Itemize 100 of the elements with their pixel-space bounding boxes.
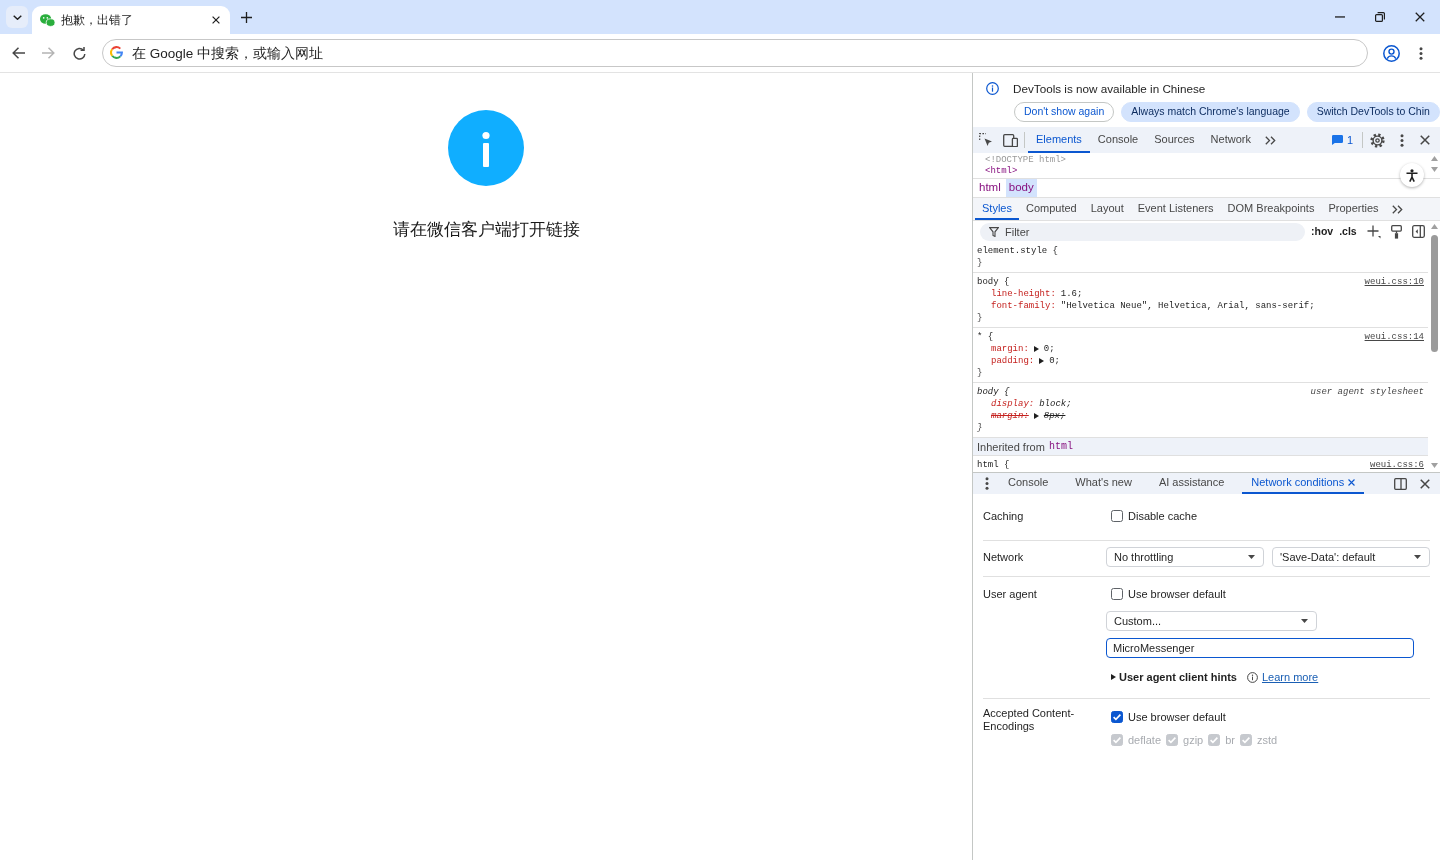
scrollbar-thumb[interactable] [1430,235,1438,352]
element-link[interactable]: html [1048,440,1073,453]
browser-tab[interactable]: 抱歉，出错了 [32,6,230,34]
css-property-name[interactable]: display: [991,398,1035,410]
double-chevron-icon[interactable] [1264,135,1276,145]
scroll-up-arrow-icon[interactable] [1430,224,1438,229]
chevron-down-icon [12,14,22,20]
css-property-value[interactable]: 0; [1043,343,1055,355]
checkbox-label: br [1225,733,1235,747]
settings-icon[interactable] [1370,132,1385,148]
sidebar-icon[interactable] [1411,225,1425,238]
close-icon[interactable] [1415,12,1425,22]
css-property-name[interactable]: margin: [991,410,1029,422]
field-label: User agent [983,587,1038,602]
checkbox-label: Disable cache [1128,509,1198,523]
checkbox[interactable] [1111,711,1123,723]
profile-icon[interactable] [1382,44,1400,62]
field-label: Network [983,549,1025,565]
css-property-value[interactable]: 1.6; [1060,288,1083,300]
section-toggle-label[interactable]: User agent client hints [1119,670,1237,684]
breadcrumb[interactable]: body [1005,179,1037,197]
sidebar-tab[interactable]: Properties [1321,198,1386,220]
filter-toggle-button[interactable]: :hov [1309,223,1336,240]
inherited-label: Inherited from [977,440,1045,453]
chat-bubbles-icon [40,13,55,27]
checkbox-label: zstd [1257,733,1278,747]
css-property-value[interactable]: block; [1039,398,1072,410]
user-agent-dropdown[interactable]: Custom... [1106,611,1317,631]
brush-icon[interactable] [1390,224,1402,239]
scroll-down-arrow-icon[interactable] [1430,463,1438,468]
more-icon[interactable] [985,477,989,490]
reload-icon[interactable] [72,46,86,60]
info-icon [448,110,524,186]
scroll-down-arrow-icon[interactable] [1430,167,1438,172]
infobar-button[interactable]: Don't show again [1014,102,1115,122]
inspect-icon[interactable] [979,133,993,147]
source-link[interactable]: weui.css:14 [1364,331,1424,343]
dom-node[interactable]: <html> [985,166,1018,177]
expand-triangle-icon[interactable] [1039,358,1045,364]
user-agent-input[interactable]: MicroMessenger [1106,638,1414,658]
panel-tab[interactable]: Elements [1028,127,1090,153]
sidebar-tab[interactable]: Styles [975,198,1019,220]
panel-tab[interactable]: Network [1202,127,1259,153]
infobar-button[interactable]: Always match Chrome's language [1121,102,1300,122]
expand-triangle-icon[interactable] [1033,346,1039,352]
throttling-dropdown[interactable]: No throttling [1106,547,1264,567]
scroll-up-arrow-icon[interactable] [1430,156,1438,161]
new-rule-plus-icon[interactable] [1366,224,1381,239]
more-icon[interactable] [1419,46,1423,60]
css-property-name[interactable]: margin: [991,343,1029,355]
sidebar-tab[interactable]: Computed [1018,198,1084,220]
css-property-value[interactable]: "Helvetica Neue", Helvetica, Arial, sans-serif; [1060,300,1315,312]
double-chevron-icon[interactable] [1391,204,1403,214]
css-brace: } [977,367,983,379]
css-property-value[interactable]: 0; [1049,355,1061,367]
device-toolbar-icon[interactable] [1003,133,1018,147]
restore-icon[interactable] [1375,12,1385,22]
drawer-tab[interactable]: What's new [1066,473,1141,494]
source-link[interactable]: weui.css:10 [1364,276,1424,288]
close-icon[interactable] [1420,135,1430,145]
panel-tab[interactable]: Sources [1146,127,1203,153]
sidebar-tab[interactable]: Event Listeners [1130,198,1221,220]
infobar-button[interactable]: Switch DevTools to Chin [1306,102,1440,122]
sidebar-tab[interactable]: DOM Breakpoints [1220,198,1322,220]
address-bar[interactable]: 在 Google 中搜索，或输入网址 [102,39,1368,67]
tab-list-button[interactable] [6,6,28,28]
plus-icon[interactable] [240,11,252,23]
checkbox[interactable] [1111,588,1123,600]
css-property-name[interactable]: font-family: [991,300,1056,312]
drawer-tab[interactable]: AI assistance [1149,473,1234,494]
back-arrow-icon[interactable] [11,47,25,59]
css-property-name[interactable]: padding: [991,355,1035,367]
g-logo-icon [110,46,123,59]
accessibility-button[interactable] [1400,163,1424,187]
source-link[interactable]: weui.css:6 [1370,459,1424,471]
checkbox-label: Use browser default [1128,710,1226,724]
info-icon [986,82,999,95]
drawer-tab[interactable]: Network conditions [1242,473,1365,494]
caret-icon [1301,619,1308,623]
expand-triangle-icon[interactable] [1111,674,1116,680]
css-property-value[interactable]: 8px; [1043,410,1066,422]
drawer-tab[interactable]: Console [999,473,1058,494]
more-icon[interactable] [1400,133,1404,147]
issues-button[interactable]: 1 [1328,131,1356,149]
panel-tab[interactable]: Console [1089,127,1147,153]
filter-field[interactable]: Filter [980,222,1305,241]
css-selector: html { [977,459,1010,471]
save-data-dropdown[interactable]: 'Save-Data': default [1272,547,1430,567]
close-icon[interactable] [1420,478,1430,489]
close-icon[interactable] [212,16,220,24]
sidebar-tab[interactable]: Layout [1083,198,1131,220]
checkbox[interactable] [1111,510,1123,522]
filter-toggle-button[interactable]: .cls [1337,223,1359,240]
breadcrumb[interactable]: html [976,179,1004,197]
css-selector: * { [977,331,994,343]
css-property-name[interactable]: line-height: [991,288,1056,300]
expand-triangle-icon[interactable] [1033,413,1039,419]
dock-side-icon[interactable] [1394,477,1407,490]
learn-more-link[interactable]: Learn more [1262,670,1319,684]
css-brace: } [977,312,983,324]
